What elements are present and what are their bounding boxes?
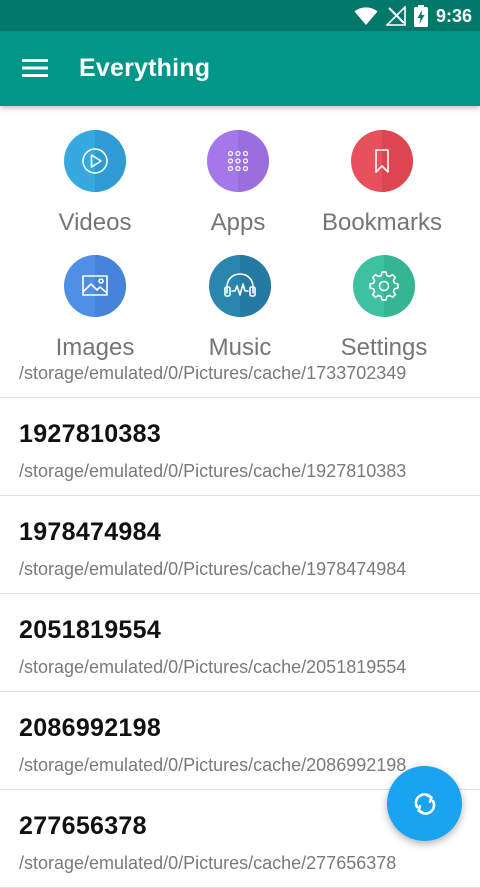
music-circle <box>209 255 271 317</box>
settings-circle <box>353 255 415 317</box>
videos-circle <box>64 130 126 192</box>
category-label: Images <box>55 334 135 361</box>
category-music[interactable]: Music <box>160 255 320 380</box>
apps-circle <box>207 130 269 192</box>
app-title: Everything <box>79 54 211 82</box>
status-bar: 9:36 <box>0 0 480 31</box>
category-label: Videos <box>58 209 132 236</box>
category-label: Apps <box>210 209 266 236</box>
file-path: /storage/emulated/0/Pictures/cache/20518… <box>19 657 407 677</box>
wifi-icon <box>354 7 378 25</box>
app-bar: Everything <box>0 31 480 106</box>
category-label: Bookmarks <box>321 209 443 236</box>
file-row[interactable]: 1927810383 /storage/emulated/0/Pictures/… <box>0 398 480 496</box>
bookmarks-circle <box>351 130 413 192</box>
file-name: 2051819554 <box>19 616 162 644</box>
file-row[interactable]: 2051819554 /storage/emulated/0/Pictures/… <box>0 594 480 692</box>
category-apps[interactable]: Apps <box>158 130 318 255</box>
category-label: Settings <box>340 334 428 361</box>
category-videos[interactable]: Videos <box>15 130 175 255</box>
refresh-button[interactable] <box>387 766 462 841</box>
category-settings[interactable]: Settings <box>304 255 464 380</box>
category-panel: Videos Apps Bookmarks Images Music Setti… <box>0 106 480 366</box>
file-name: 1927810383 <box>19 420 162 448</box>
category-label: Music <box>208 334 272 361</box>
file-row[interactable]: 1978474984 /storage/emulated/0/Pictures/… <box>0 496 480 594</box>
file-path: /storage/emulated/0/Pictures/cache/19784… <box>19 559 407 579</box>
file-path: /storage/emulated/0/Pictures/cache/27765… <box>19 853 397 873</box>
status-time: 9:36 <box>435 5 472 26</box>
no-signal-icon <box>385 6 406 26</box>
file-name: 277656378 <box>19 812 147 840</box>
file-name: 1978474984 <box>19 518 162 546</box>
battery-charging-icon <box>413 5 428 27</box>
file-name: 2086992198 <box>19 714 162 742</box>
refresh-icon <box>414 792 435 815</box>
category-bookmarks[interactable]: Bookmarks <box>302 130 462 255</box>
category-images[interactable]: Images <box>15 255 175 380</box>
file-path: /storage/emulated/0/Pictures/cache/19278… <box>19 461 407 481</box>
file-path: /storage/emulated/0/Pictures/cache/20869… <box>19 755 407 775</box>
images-circle <box>64 255 126 317</box>
hamburger-menu-icon[interactable] <box>22 58 48 78</box>
